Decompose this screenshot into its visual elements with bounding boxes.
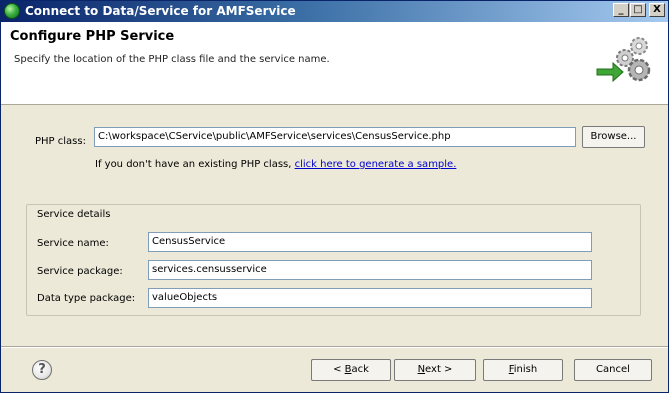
large-gear-icon xyxy=(627,58,651,82)
gears-arrow-icon xyxy=(596,37,651,83)
back-prefix: < xyxy=(333,364,345,375)
service-package-input[interactable]: services.censusservice xyxy=(148,260,592,280)
data-type-package-label: Data type package: xyxy=(37,293,136,304)
next-mnemonic: N xyxy=(417,364,426,375)
back-rest: ack xyxy=(351,364,369,375)
service-details-legend: Service details xyxy=(35,209,113,220)
back-button[interactable]: < Back xyxy=(311,359,391,381)
finish-button[interactable]: Finish xyxy=(483,359,563,381)
dialog-window: Connect to Data/Service for AMFService _… xyxy=(0,0,669,393)
maximize-button[interactable]: □ xyxy=(630,3,646,17)
close-button[interactable]: X xyxy=(649,3,665,17)
wizard-header: Configure PHP Service Specify the locati… xyxy=(1,22,668,105)
hint-text: If you don't have an existing PHP class, xyxy=(95,159,295,170)
cancel-button[interactable]: Cancel xyxy=(574,359,652,381)
generate-sample-link[interactable]: click here to generate a sample. xyxy=(295,159,457,170)
next-rest: ext > xyxy=(425,364,453,375)
browse-button[interactable]: Browse... xyxy=(582,126,645,148)
service-name-input[interactable]: CensusService xyxy=(148,232,592,252)
footer-separator xyxy=(1,346,668,348)
small-gear-icon xyxy=(630,37,648,55)
minimize-button[interactable]: _ xyxy=(613,3,629,17)
service-package-label: Service package: xyxy=(37,266,123,277)
window-title: Connect to Data/Service for AMFService xyxy=(25,4,296,18)
help-icon[interactable]: ? xyxy=(32,360,52,380)
back-mnemonic: B xyxy=(344,364,352,375)
green-arrow-icon xyxy=(596,61,624,83)
page-description: Specify the location of the PHP class fi… xyxy=(14,54,330,65)
php-class-input[interactable]: C:\workspace\CService\public\AMFService\… xyxy=(94,127,576,147)
next-button[interactable]: Next > xyxy=(394,359,476,381)
finish-rest: inish xyxy=(513,364,538,375)
generate-sample-hint: If you don't have an existing PHP class,… xyxy=(95,159,456,170)
page-title: Configure PHP Service xyxy=(10,29,175,44)
service-name-label: Service name: xyxy=(37,238,109,249)
eclipse-globe-icon xyxy=(4,3,20,19)
title-bar[interactable]: Connect to Data/Service for AMFService _… xyxy=(1,1,668,22)
php-class-label: PHP class: xyxy=(35,136,86,147)
data-type-package-input[interactable]: valueObjects xyxy=(148,288,592,308)
